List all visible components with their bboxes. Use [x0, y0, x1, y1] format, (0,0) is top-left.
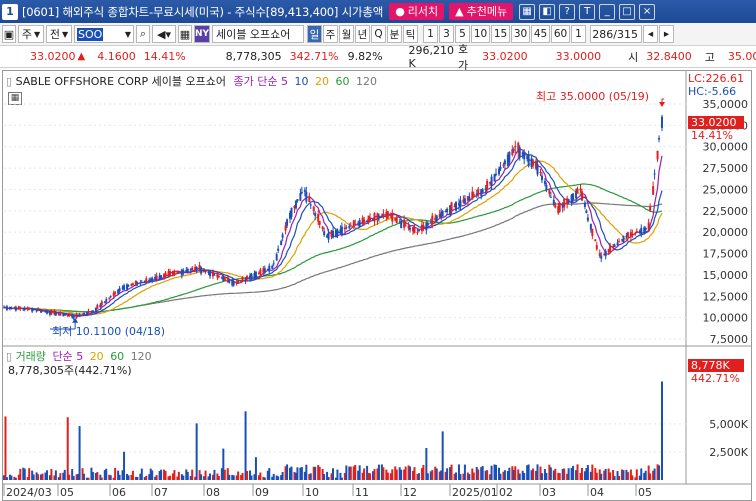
minimize-icon[interactable]: _: [599, 3, 616, 20]
open-label: 시: [628, 50, 639, 64]
current-price: 33.0200: [30, 50, 76, 63]
turnover-rate: 9.82%: [347, 50, 383, 63]
folder-icon[interactable]: ▣: [2, 25, 16, 43]
vol-ma120: 120: [130, 350, 152, 363]
title-bar: 1 [0601] 해외주식 종합차트-무료시세(미국) - 주식수[89,413…: [0, 0, 756, 23]
interval-button-1[interactable]: 3: [439, 25, 454, 43]
help-icon[interactable]: ?: [559, 3, 576, 20]
ma-label: 종가 단순: [233, 75, 278, 88]
speaker-icon[interactable]: ◀▾: [152, 25, 176, 43]
pin-icon[interactable]: T: [579, 3, 596, 20]
link-icon[interactable]: ◧: [539, 3, 556, 20]
grid-icon[interactable]: ▦: [178, 25, 192, 43]
lc-label: LC:226.61: [688, 72, 745, 85]
search-icon[interactable]: ⌕: [136, 25, 150, 43]
layout-icon[interactable]: ▦: [519, 3, 536, 20]
volume-info: 8,778,305주(442.71%): [8, 364, 132, 377]
period-tab-1[interactable]: 주: [323, 25, 338, 43]
volume: 8,778,305: [225, 50, 282, 63]
lightbulb-icon: ●: [395, 5, 405, 18]
interval-button-3[interactable]: 10: [471, 25, 490, 43]
interval-button-7[interactable]: 60: [551, 25, 570, 43]
period-tab-4[interactable]: Q: [371, 25, 386, 43]
low-marker-label: 최저 10.1100 (04/18): [52, 325, 166, 338]
high-marker-label: 최고 35.0000 (05/19): [536, 90, 650, 103]
ask-price: 33.0000: [555, 50, 602, 63]
symbol-input[interactable]: SOO ▼: [74, 25, 134, 43]
recommend-menu-button[interactable]: ▲ 추천메뉴: [449, 3, 514, 20]
exchange-badge: NY: [194, 25, 210, 43]
change-percent: 14.41%: [143, 50, 186, 63]
period-tab-6[interactable]: 틱: [403, 25, 418, 43]
symbol-toolbar: ▣ 주 ▼ 전 ▼ SOO ▼ ⌕ ◀▾ ▦ NY 세이블 오프쇼어 일주월년Q분틱…: [0, 23, 756, 46]
interval-button-5[interactable]: 30: [511, 25, 530, 43]
ma10-period: 10: [294, 75, 309, 88]
chevron-down-icon: ▼: [33, 29, 41, 39]
panel-handle-icon[interactable]: ▯: [6, 75, 12, 88]
bid-price: 33.0200: [482, 50, 528, 63]
period-tab-3[interactable]: 년: [355, 25, 370, 43]
last-pct-tag: 14.41%: [691, 129, 733, 142]
ma120-period: 120: [355, 75, 377, 88]
next-page-button[interactable]: ▸: [659, 25, 674, 43]
trade-amount: 296,210 K: [408, 43, 455, 70]
page-counter: 286/315: [590, 25, 642, 43]
window-index-badge: 1: [2, 3, 18, 20]
stock-name-field: 세이블 오프쇼어: [212, 25, 304, 43]
ma5-period: 5: [280, 75, 288, 88]
interval-button-0[interactable]: 1: [423, 25, 438, 43]
volume-ratio: 342.71%: [289, 50, 339, 63]
research-button[interactable]: ● 리서치: [389, 3, 445, 20]
volume-tag: 8,778K: [688, 359, 744, 372]
prev-select[interactable]: 전 ▼: [46, 25, 72, 43]
chevron-down-icon: ▼: [124, 29, 131, 39]
thumbs-up-icon: ▲: [455, 5, 464, 18]
interval-button-6[interactable]: 45: [531, 25, 550, 43]
close-icon[interactable]: ×: [639, 3, 656, 20]
ma60-period: 60: [335, 75, 350, 88]
table-icon[interactable]: ▦: [8, 92, 22, 105]
period-tab-2[interactable]: 월: [339, 25, 354, 43]
interval-button-8[interactable]: 1: [571, 25, 586, 43]
price-legend: ▯ SABLE OFFSHORE CORP 세이블 오프쇼어 종가 단순 5 1…: [6, 73, 377, 89]
hc-label: HC:-5.66: [688, 85, 737, 98]
up-arrow-icon: ▲: [77, 51, 86, 62]
period-tabs: 일주월년Q분틱: [306, 25, 418, 43]
chevron-down-icon: ▼: [61, 29, 69, 39]
high-price: 35.0000: [727, 50, 756, 63]
type-select[interactable]: 주 ▼: [18, 25, 44, 43]
window-title: [0601] 해외주식 종합차트-무료시세(미국) - 주식수[89,413,4…: [22, 4, 384, 19]
volume-pct-tag: 442.71%: [691, 372, 740, 385]
prev-page-button[interactable]: ◂: [643, 25, 658, 43]
interval-buttons: 1 3 5 10 15 30 45 60 1: [422, 25, 586, 43]
high-label: 고: [704, 50, 715, 64]
interval-button-4[interactable]: 15: [491, 25, 510, 43]
quote-bar: 33.0200 ▲ 4.1600 14.41% 8,778,305 342.71…: [0, 43, 756, 72]
bid-label: 호가: [458, 42, 469, 72]
ma20-period: 20: [314, 75, 329, 88]
stock-title: SABLE OFFSHORE CORP 세이블 오프쇼어: [15, 75, 226, 88]
last-price-tag: 33.0200: [688, 116, 744, 129]
period-tab-0[interactable]: 일: [307, 25, 322, 43]
maximize-icon[interactable]: □: [619, 3, 636, 20]
open-price: 32.8400: [646, 50, 692, 63]
period-tab-5[interactable]: 분: [387, 25, 402, 43]
chart-frame: [2, 70, 752, 501]
price-change: 4.1600: [97, 50, 136, 63]
